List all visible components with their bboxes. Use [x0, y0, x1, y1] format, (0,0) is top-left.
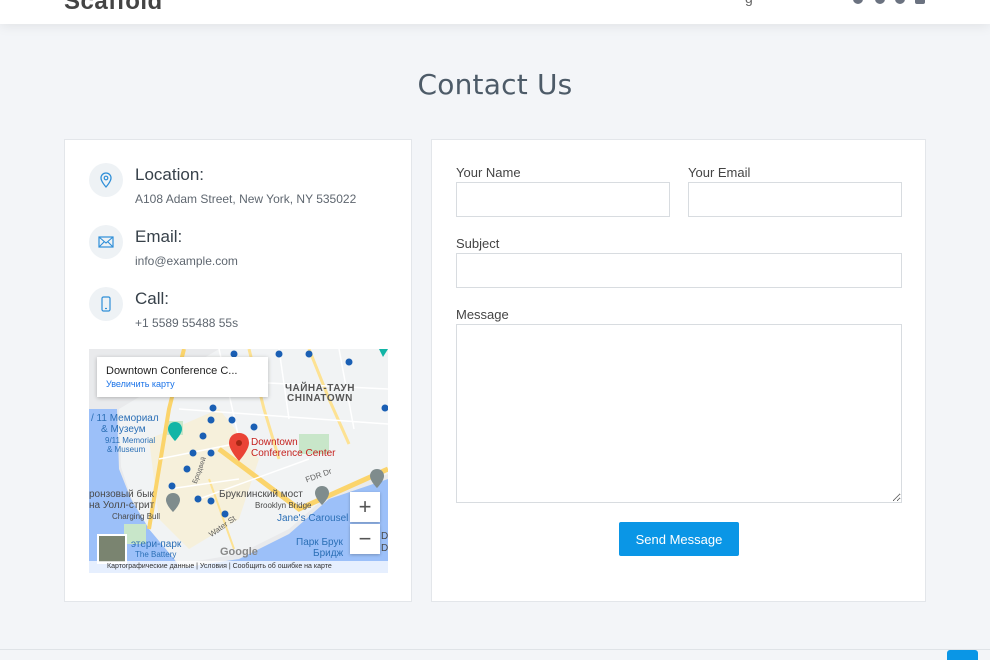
site-header: Scaffold g — [0, 0, 990, 24]
email-text[interactable]: info@example.com — [135, 253, 238, 269]
zoom-out-button[interactable]: − — [350, 524, 380, 554]
map-label: Downtown — [251, 437, 298, 448]
map-attribution[interactable]: Картографические данные | Условия | Сооб… — [89, 561, 388, 573]
map-label: на Уолл-стрит — [89, 500, 155, 511]
map-label: D — [381, 543, 388, 554]
map-label: Brooklyn Bridge — [255, 501, 312, 510]
location-title: Location: — [135, 165, 204, 184]
map-label: Бридж — [313, 548, 344, 559]
message-label: Message — [456, 307, 509, 322]
nav-link[interactable]: g — [745, 0, 753, 8]
linkedin-icon[interactable] — [915, 0, 925, 4]
subject-label: Subject — [456, 236, 500, 251]
map-label: Jane's Carousel — [277, 513, 349, 524]
map-label: The Battery — [135, 550, 177, 559]
subject-input[interactable] — [456, 253, 902, 288]
map-label: D — [381, 531, 388, 542]
map-place-card: Downtown Conference C... Увеличить карту — [97, 357, 268, 397]
enlarge-map-link[interactable]: Увеличить карту — [106, 378, 259, 390]
place-title: Downtown Conference C... — [106, 365, 238, 377]
map-label: / 11 Мемориал — [91, 413, 159, 424]
map-pin-icon — [89, 163, 123, 197]
facebook-icon[interactable] — [875, 0, 885, 4]
call-text[interactable]: +1 5589 55488 55s — [135, 315, 238, 331]
email-input[interactable] — [688, 182, 902, 217]
page-title: Contact Us — [417, 68, 573, 101]
footer-divider — [0, 649, 990, 650]
call-item: Call: +1 5589 55488 55s — [89, 287, 389, 337]
instagram-icon[interactable] — [895, 0, 905, 4]
map-label: Conference Center — [251, 448, 336, 459]
zoom-in-button[interactable]: + — [350, 492, 380, 522]
name-input[interactable] — [456, 182, 670, 217]
name-label: Your Name — [456, 165, 521, 180]
brand-logo[interactable]: Scaffold — [64, 0, 163, 14]
map-label: CHINATOWN — [287, 393, 353, 404]
map-label: Парк Брук — [296, 537, 343, 548]
map-label: ронзовый бык — [89, 489, 154, 500]
twitter-icon[interactable] — [853, 0, 863, 4]
google-map[interactable]: ЧАЙНА-ТАУН CHINATOWN / 11 Мемориал & Муз… — [89, 349, 388, 573]
map-label: Бруклинский мост — [219, 489, 303, 500]
phone-icon — [89, 287, 123, 321]
contact-info-card: Location: A108 Adam Street, New York, NY… — [64, 139, 412, 602]
email-title: Email: — [135, 227, 183, 246]
location-text: A108 Adam Street, New York, NY 535022 — [135, 192, 357, 206]
message-textarea[interactable] — [456, 324, 902, 503]
envelope-icon — [89, 225, 123, 259]
map-label: & Museum — [107, 445, 146, 454]
contact-form-card: Your Name Your Email Subject Message Sen… — [431, 139, 926, 602]
map-label: & Музеум — [101, 424, 146, 435]
email-item: Email: info@example.com — [89, 225, 389, 275]
back-to-top-button[interactable] — [947, 650, 978, 660]
satellite-toggle[interactable] — [97, 534, 127, 564]
email-label: Your Email — [688, 165, 751, 180]
location-item: Location: A108 Adam Street, New York, NY… — [89, 163, 389, 213]
send-message-button[interactable]: Send Message — [619, 522, 739, 556]
map-label: Charging Bull — [112, 512, 161, 521]
google-logo: Google — [220, 546, 258, 558]
call-title: Call: — [135, 289, 170, 308]
